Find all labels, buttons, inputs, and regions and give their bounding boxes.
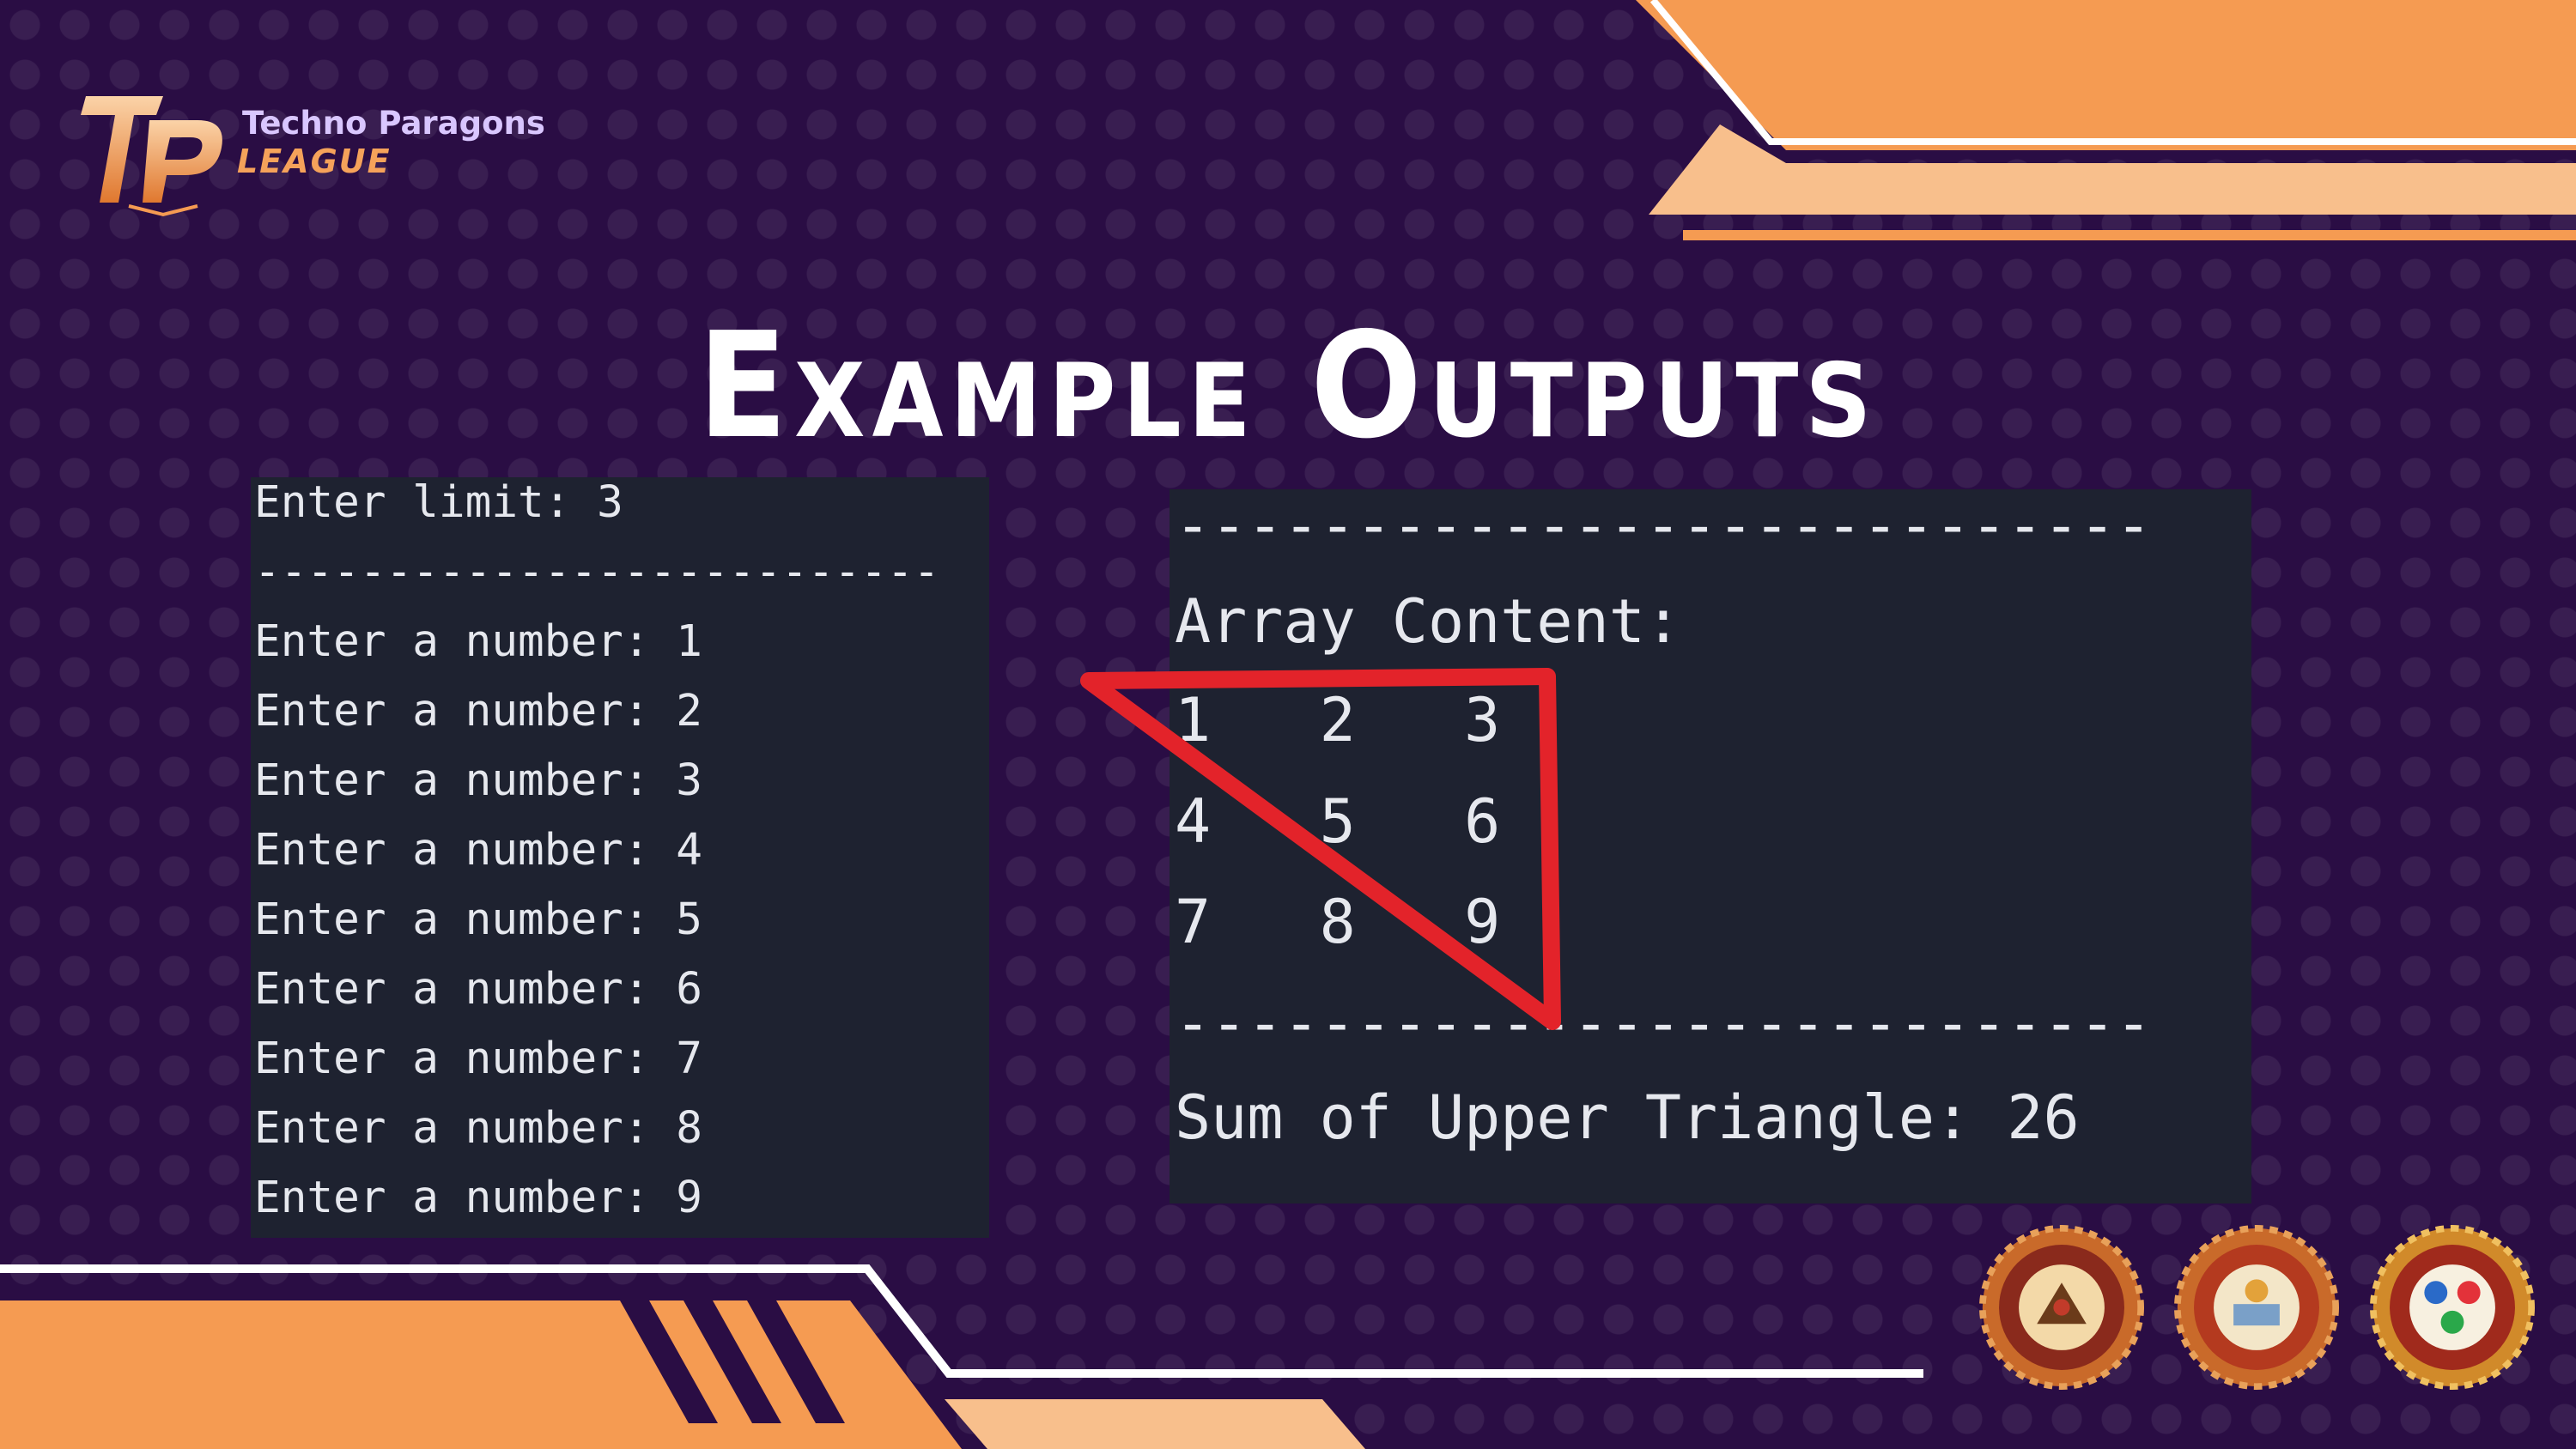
student-organization-seal-icon [2370,1225,2535,1390]
slide: Techno Paragons LEAGUE Example Outputs E… [0,0,2576,1449]
red-triangle-outline [1080,668,1561,1030]
bulacan-state-university-seal-icon [1979,1225,2144,1390]
college-of-information-and-communications-technology-seal-icon [2174,1225,2339,1390]
